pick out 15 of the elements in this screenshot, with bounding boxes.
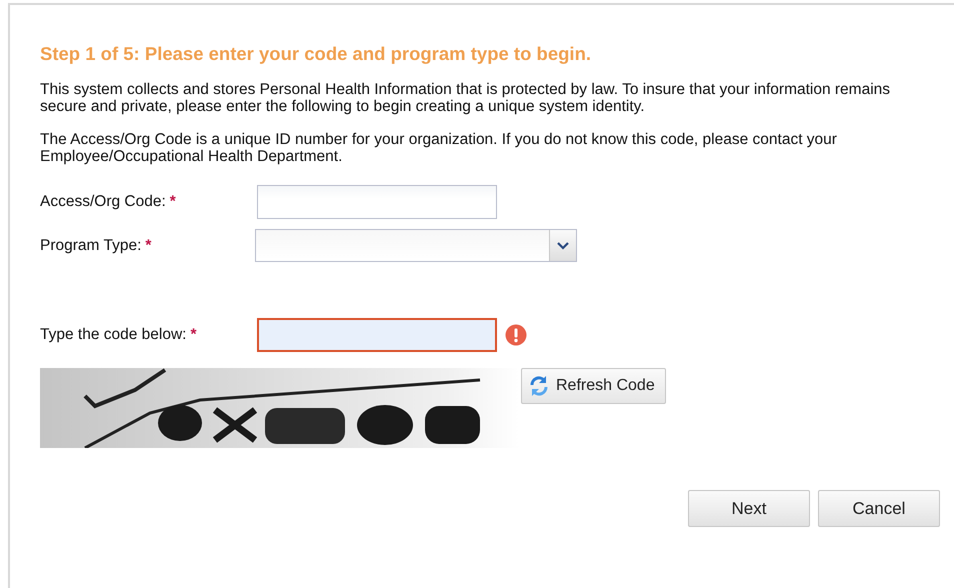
refresh-code-button[interactable]: Refresh Code xyxy=(521,368,666,404)
refresh-icon xyxy=(528,375,550,397)
field-label: Program Type: * xyxy=(40,236,152,254)
field-label: Access/Org Code: * xyxy=(40,193,177,211)
next-button[interactable]: Next xyxy=(688,490,810,527)
error-icon xyxy=(505,324,527,346)
program-type-dropdown[interactable] xyxy=(255,229,577,262)
info-paragraph: The Access/Org Code is a unique ID number for your organization. If you do not know this code, please contact your Employee/Occupational Health Department. xyxy=(40,131,838,165)
info-paragraph: This system collects and stores Personal Health Information that is protected by law. To insure that your information remains secure and private, please enter the following to begin creating a unique system identity. xyxy=(40,81,892,115)
caret-icon xyxy=(557,242,569,250)
field-label: Type the code below: * xyxy=(40,326,198,344)
step-heading: Step 1 of 5: Please enter your code and program type to begin. xyxy=(40,43,592,65)
cancel-button[interactable]: Cancel xyxy=(818,490,940,527)
input-field[interactable] xyxy=(257,318,497,352)
input-field[interactable] xyxy=(257,185,497,219)
